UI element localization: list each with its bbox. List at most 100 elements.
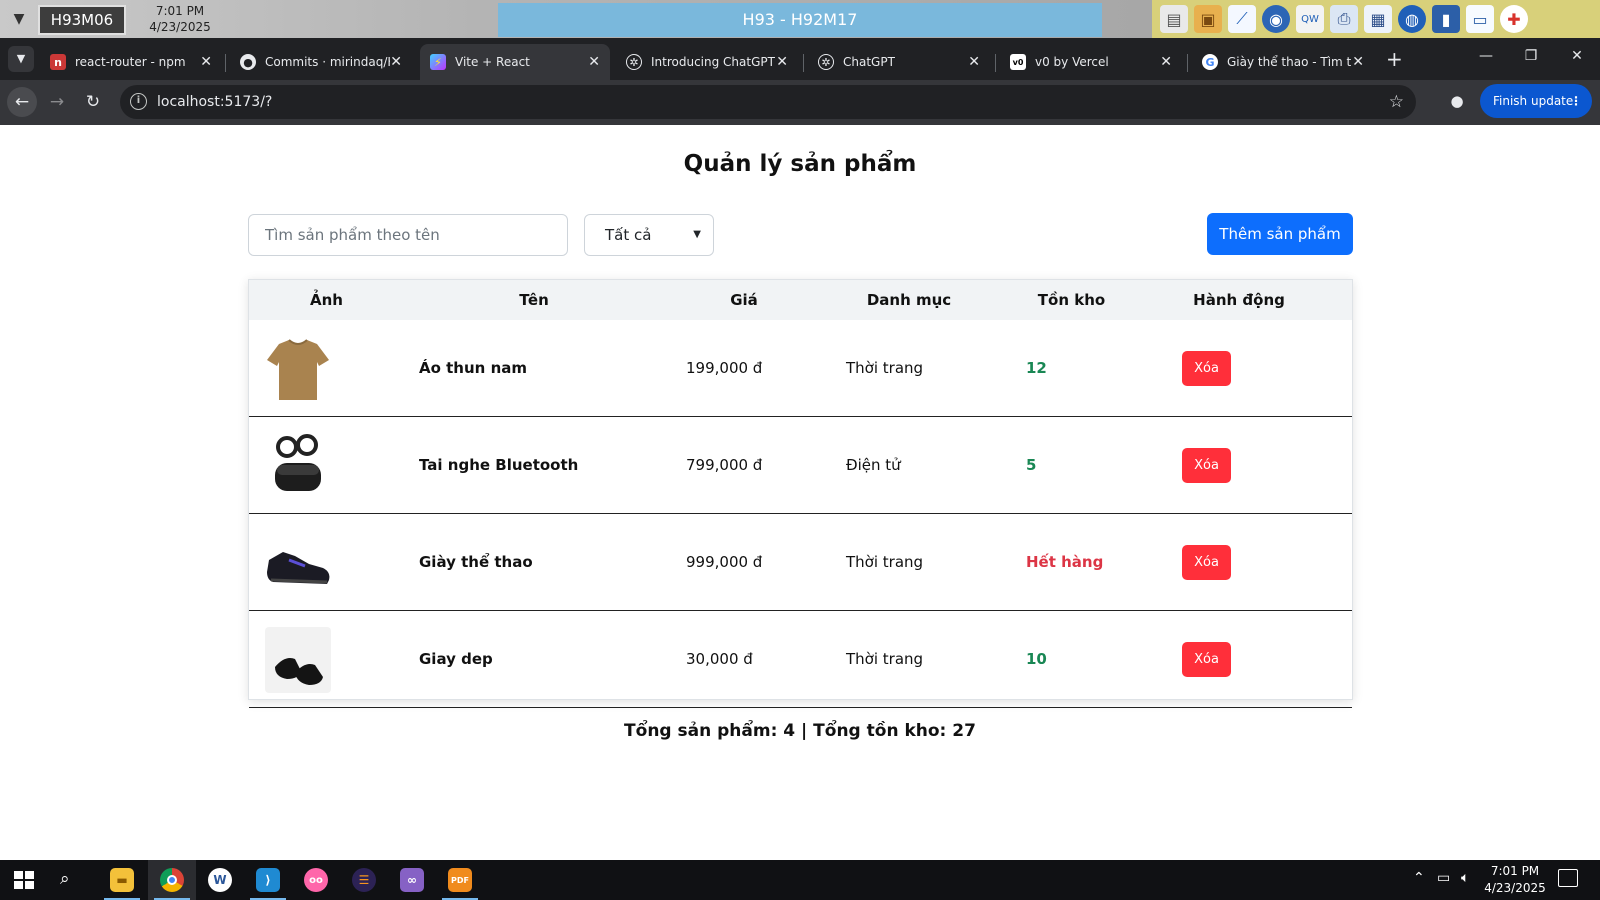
product-price: 30,000 đ: [686, 650, 753, 668]
forward-icon[interactable]: →: [42, 87, 72, 117]
new-tab-icon[interactable]: +: [1386, 48, 1403, 70]
vite-icon: ⚡: [430, 54, 446, 70]
tab-separator: [225, 54, 226, 72]
add-product-button[interactable]: Thêm sản phẩm: [1207, 213, 1353, 255]
tab-github-commits[interactable]: ● Commits · mirindaq/KT ✕: [230, 44, 412, 80]
tab-chatgpt[interactable]: ✲ ChatGPT ✕: [808, 44, 990, 80]
page-title: Quản lý sản phẩm: [683, 151, 917, 177]
remote-desktop-bar: ▼ H93M06 7:01 PM 4/23/2025 H93 - H92M17 …: [0, 0, 1600, 38]
close-icon[interactable]: ✕: [588, 54, 600, 70]
keyboard-icon[interactable]: QW: [1296, 5, 1324, 33]
page-content: Quản lý sản phẩm Tất cả ▼ Thêm sản phẩm …: [0, 125, 1600, 860]
address-url[interactable]: localhost:5173/?: [157, 85, 272, 119]
delete-button[interactable]: Xóa: [1182, 642, 1231, 677]
osu-glyph: oo: [304, 868, 328, 892]
close-icon[interactable]: ✕: [1352, 54, 1364, 70]
taskbar-date: 4/23/2025: [1484, 881, 1546, 895]
folder-glyph: ▬: [110, 868, 134, 892]
pdf-glyph: PDF: [448, 868, 472, 892]
wordpad-icon[interactable]: W: [196, 860, 244, 900]
book-icon[interactable]: ▮: [1432, 5, 1460, 33]
eclipse-glyph: ☰: [352, 868, 376, 892]
lifebuoy-icon[interactable]: ✚: [1500, 5, 1528, 33]
printer-icon[interactable]: ⎙: [1330, 5, 1358, 33]
remote-host-name: H93M06: [38, 5, 126, 35]
product-price: 199,000 đ: [686, 359, 763, 377]
product-stock: 10: [1026, 650, 1047, 668]
eclipse-icon[interactable]: ☰: [340, 860, 388, 900]
delete-button[interactable]: Xóa: [1182, 351, 1231, 386]
vscode-glyph: ⟩: [256, 868, 280, 892]
close-icon[interactable]: ✕: [200, 54, 212, 70]
windows-start-icon[interactable]: [14, 871, 34, 889]
osu-icon[interactable]: oo: [292, 860, 340, 900]
category-select[interactable]: Tất cả ▼: [584, 214, 714, 256]
tab-introducing-chatgpt[interactable]: ✲ Introducing ChatGPT | ✕: [616, 44, 798, 80]
profile-icon[interactable]: ●: [1446, 90, 1468, 112]
restore-icon[interactable]: ❐: [1521, 48, 1541, 64]
tab-vite-react[interactable]: ⚡ Vite + React ✕: [420, 44, 610, 80]
tab-separator: [995, 54, 996, 72]
chat-icon[interactable]: ▭: [1466, 5, 1494, 33]
pin-icon[interactable]: ▼: [8, 7, 30, 31]
window-icon[interactable]: ▦: [1364, 5, 1392, 33]
globe-icon[interactable]: ◍: [1398, 5, 1426, 33]
product-stock-status: Hết hàng: [1026, 553, 1104, 571]
site-info-icon[interactable]: i: [130, 93, 147, 110]
tab-react-router[interactable]: n react-router - npm ✕: [40, 44, 222, 80]
category-selected-value: Tất cả: [605, 226, 652, 244]
delete-button[interactable]: Xóa: [1182, 448, 1231, 483]
remote-date: 4/23/2025: [149, 20, 211, 34]
tab-label: v0 by Vercel: [1035, 55, 1109, 69]
close-icon[interactable]: ✕: [390, 54, 402, 70]
bookmark-star-icon[interactable]: ☆: [1389, 85, 1404, 119]
product-name: Giày thể thao: [419, 553, 533, 571]
tab-separator: [1187, 54, 1188, 72]
npm-icon: n: [50, 54, 66, 70]
product-price: 799,000 đ: [686, 456, 763, 474]
tray-expand-icon[interactable]: ⌃: [1413, 870, 1425, 886]
back-icon[interactable]: ←: [7, 87, 37, 117]
more-menu-icon[interactable]: ⋮: [1570, 84, 1582, 118]
taskbar-time: 7:01 PM: [1490, 864, 1540, 878]
reload-icon[interactable]: ↻: [78, 87, 108, 117]
close-icon[interactable]: ✕: [776, 54, 788, 70]
notification-icon[interactable]: [1558, 869, 1578, 887]
close-icon[interactable]: ✕: [1160, 54, 1172, 70]
openai-icon: ✲: [626, 54, 642, 70]
server-icon[interactable]: ▤: [1160, 5, 1188, 33]
product-category: Thời trang: [846, 553, 924, 571]
visual-studio-icon[interactable]: ∞: [388, 860, 436, 900]
tab-search-icon[interactable]: ▼: [8, 46, 34, 72]
chart-icon[interactable]: ⟋: [1228, 5, 1256, 33]
search-input[interactable]: [248, 214, 568, 256]
visual-studio-glyph: ∞: [400, 868, 424, 892]
minimize-icon[interactable]: —: [1476, 48, 1496, 64]
remote-time: 7:01 PM: [155, 4, 205, 18]
cd-icon[interactable]: ◉: [1262, 5, 1290, 33]
search-icon[interactable]: ⌕: [60, 869, 70, 889]
briefcase-icon[interactable]: ▣: [1194, 5, 1222, 33]
close-window-icon[interactable]: ✕: [1567, 48, 1587, 64]
pdf-icon[interactable]: PDF: [436, 860, 484, 900]
table-header: Ảnh Tên Giá Danh mục Tồn kho Hành động: [249, 280, 1352, 320]
address-bar[interactable]: i localhost:5173/? ☆: [120, 85, 1416, 119]
close-icon[interactable]: ✕: [968, 54, 980, 70]
product-image-sneaker: [265, 530, 331, 596]
product-name: Tai nghe Bluetooth: [419, 456, 579, 474]
volume-icon[interactable]: 🔈︎: [1461, 870, 1469, 886]
network-icon[interactable]: ▭: [1437, 870, 1450, 886]
finish-update-button[interactable]: Finish update ⋮: [1480, 84, 1592, 118]
tab-google-search[interactable]: G Giày thể thao - Tìm trê ✕: [1192, 44, 1374, 80]
tab-v0-vercel[interactable]: v0 v0 by Vercel ✕: [1000, 44, 1182, 80]
product-image-dress-shoes: [265, 627, 331, 693]
product-stock: 5: [1026, 456, 1037, 474]
product-price: 999,000 đ: [686, 553, 763, 571]
vscode-icon[interactable]: ⟩: [244, 860, 292, 900]
product-image-earbuds: [265, 433, 331, 499]
file-explorer-icon[interactable]: ▬: [98, 860, 146, 900]
taskbar-clock[interactable]: 7:01 PM 4/23/2025: [1480, 863, 1550, 897]
product-category: Thời trang: [846, 650, 924, 668]
chrome-icon[interactable]: [148, 860, 196, 900]
delete-button[interactable]: Xóa: [1182, 545, 1231, 580]
